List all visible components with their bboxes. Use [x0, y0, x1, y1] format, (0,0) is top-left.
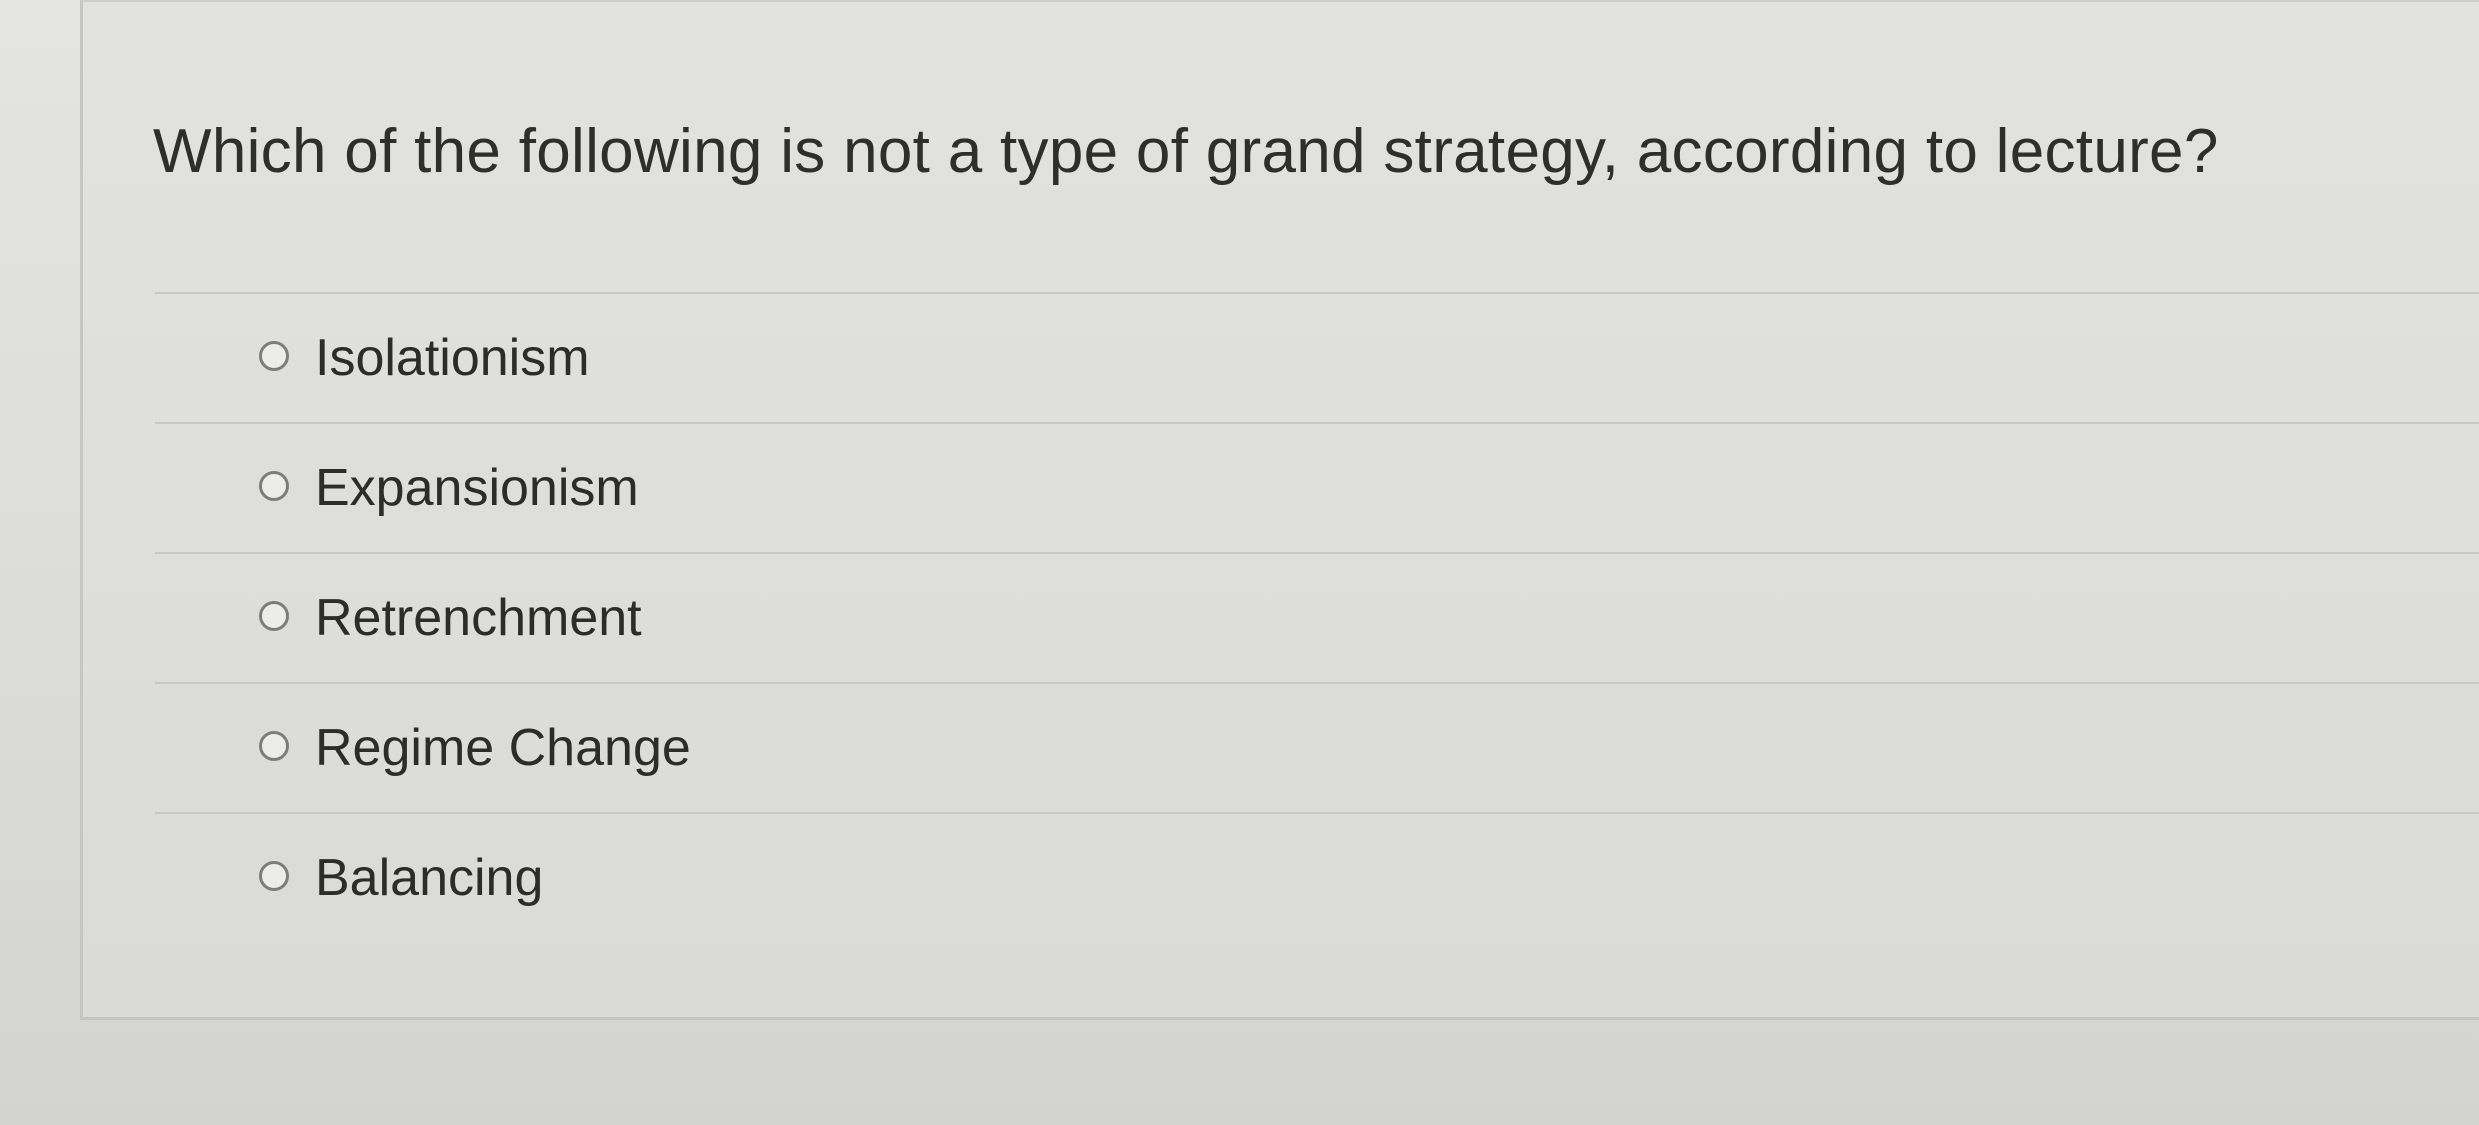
- question-card: Which of the following is not a type of …: [80, 0, 2479, 1020]
- answer-option-expansionism[interactable]: Expansionism: [155, 422, 2479, 552]
- question-text: Which of the following is not a type of …: [153, 117, 2219, 186]
- answer-option-retrenchment[interactable]: Retrenchment: [155, 552, 2479, 682]
- radio-button[interactable]: [259, 601, 289, 631]
- answer-option-isolationism[interactable]: Isolationism: [155, 292, 2479, 422]
- radio-button[interactable]: [259, 341, 289, 371]
- answer-option-balancing[interactable]: Balancing: [155, 812, 2479, 942]
- radio-button[interactable]: [259, 731, 289, 761]
- page: Which of the following is not a type of …: [0, 0, 2479, 1125]
- radio-button[interactable]: [259, 471, 289, 501]
- answer-option-regime-change[interactable]: Regime Change: [155, 682, 2479, 812]
- answer-label: Expansionism: [315, 459, 639, 517]
- answer-label: Isolationism: [315, 329, 590, 387]
- radio-button[interactable]: [259, 861, 289, 891]
- answer-label: Balancing: [315, 849, 544, 907]
- answer-label: Retrenchment: [315, 589, 642, 647]
- answer-label: Regime Change: [315, 719, 691, 777]
- answer-list: Isolationism Expansionism Retrenchment R…: [155, 292, 2479, 942]
